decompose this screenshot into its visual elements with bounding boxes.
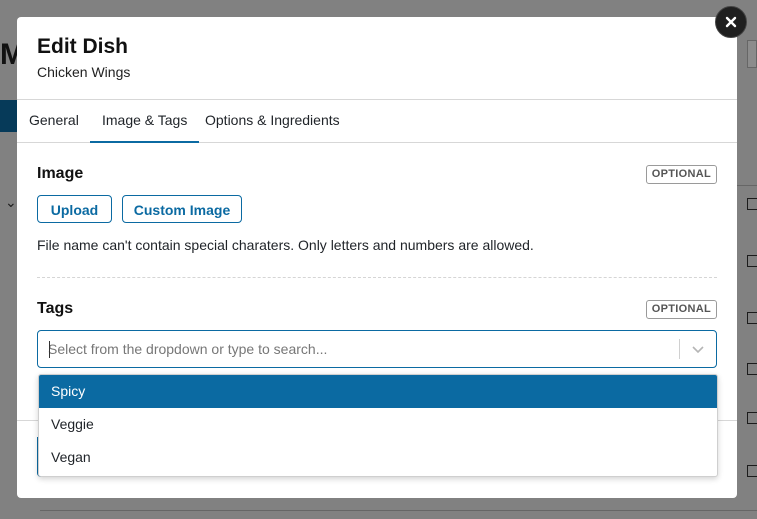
modal-subtitle: Chicken Wings — [37, 64, 131, 80]
image-helper-text: File name can't contain special charater… — [37, 237, 534, 253]
tags-section-label: Tags — [37, 300, 74, 317]
edit-dish-modal: Edit Dish Chicken Wings General Image & … — [17, 17, 737, 498]
modal-header: Edit Dish Chicken Wings — [17, 17, 737, 100]
modal-title: Edit Dish — [37, 35, 129, 58]
tag-option-vegan[interactable]: Vegan — [39, 441, 717, 474]
image-optional-badge: OPTIONAL — [645, 165, 717, 184]
select-separator — [679, 339, 680, 359]
close-button[interactable] — [715, 6, 747, 38]
close-icon — [725, 16, 737, 28]
chevron-down-icon[interactable] — [690, 341, 706, 357]
section-divider — [37, 277, 717, 278]
tab-image-and-tags[interactable]: Image & Tags — [89, 100, 200, 143]
tab-general[interactable]: General — [29, 100, 79, 142]
tags-optional-badge: OPTIONAL — [645, 300, 717, 319]
tags-dropdown-menu: Spicy Veggie Vegan — [38, 374, 718, 477]
tags-search-input[interactable] — [48, 331, 668, 367]
text-caret — [49, 341, 50, 358]
upload-button[interactable]: Upload — [37, 195, 112, 223]
tag-option-spicy[interactable]: Spicy — [39, 375, 717, 408]
tab-bar: General Image & Tags Options & Ingredien… — [17, 100, 737, 143]
tab-options-and-ingredients[interactable]: Options & Ingredients — [205, 100, 340, 142]
tags-select[interactable] — [37, 330, 717, 368]
image-section-label: Image — [37, 165, 84, 182]
tag-option-veggie[interactable]: Veggie — [39, 408, 717, 441]
custom-image-button[interactable]: Custom Image — [122, 195, 242, 223]
